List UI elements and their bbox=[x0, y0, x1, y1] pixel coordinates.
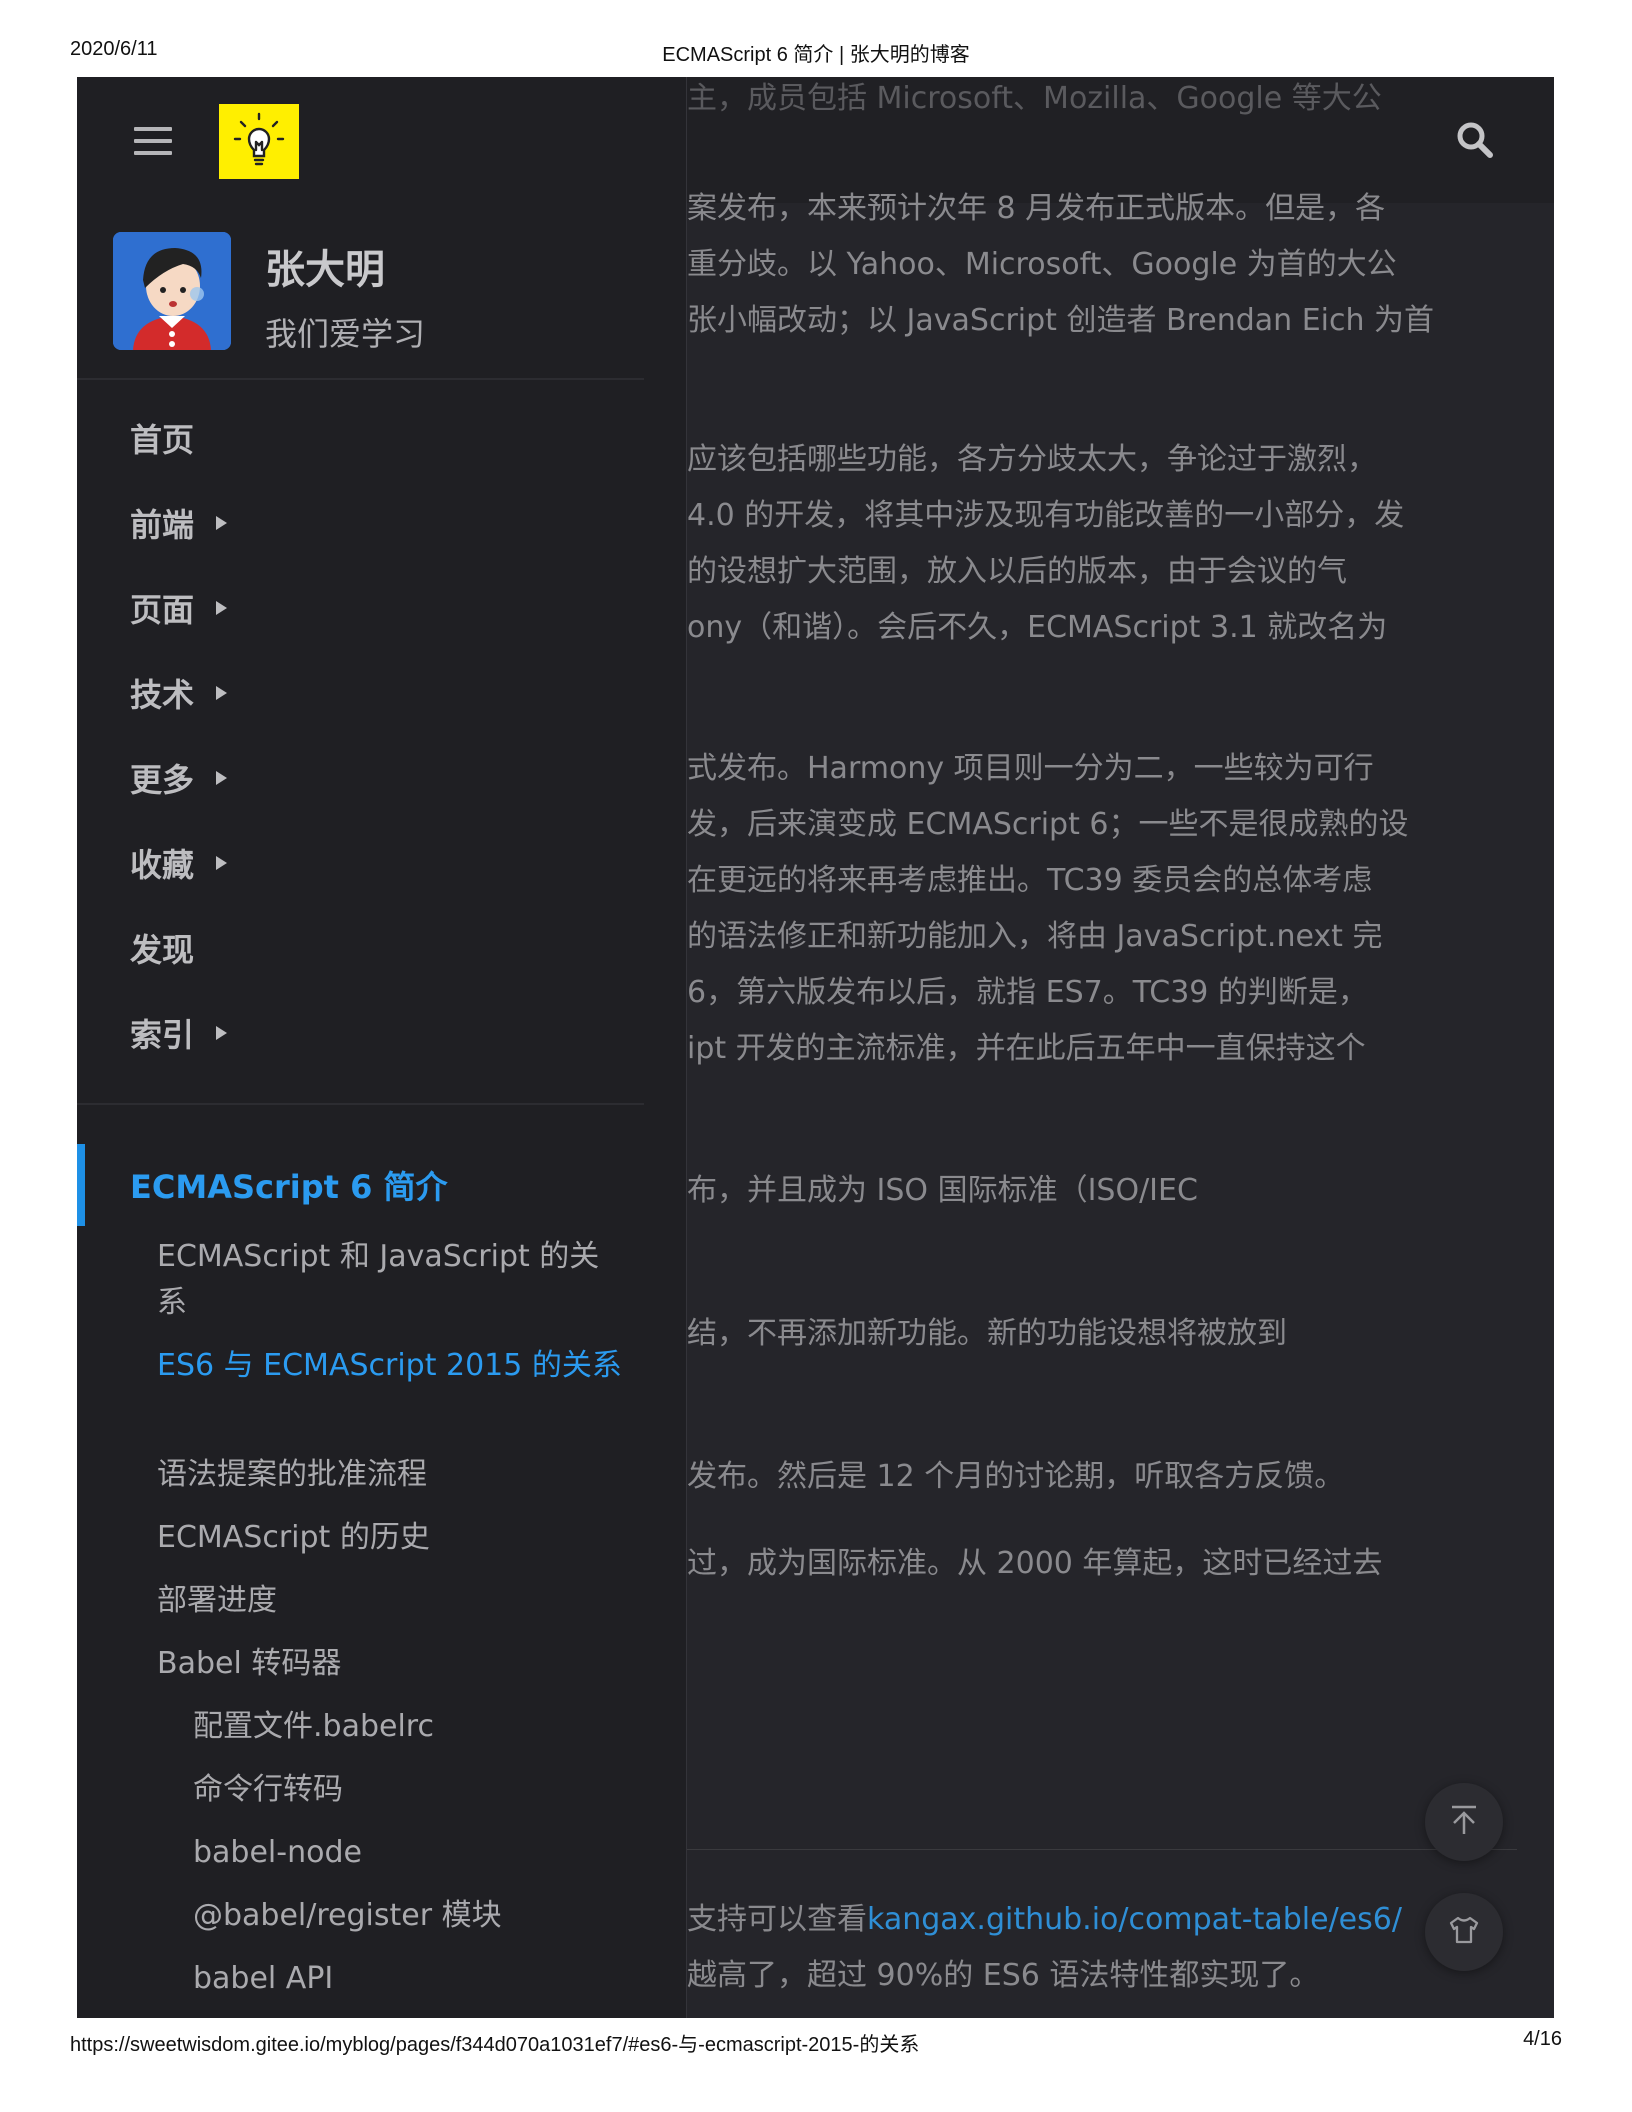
print-page-number: 4/16 bbox=[1523, 2028, 1562, 2050]
toc-subitem[interactable]: 配置文件.babelrc bbox=[193, 1704, 434, 1750]
caret-right-icon bbox=[216, 1026, 228, 1040]
nav-label: 前端 bbox=[130, 506, 195, 544]
back-to-top-button[interactable] bbox=[1425, 1783, 1503, 1861]
toc-item[interactable]: ECMAScript 的历史 bbox=[157, 1515, 430, 1561]
article-content: 主，成员包括 Microsoft、Mozilla、Google 等大公 案发布，… bbox=[687, 77, 1547, 2018]
nav-item-more[interactable]: 更多 bbox=[130, 755, 228, 801]
article-line: 的语法修正和新功能加入，将由 JavaScript.next 完 bbox=[687, 919, 1383, 954]
shirt-icon bbox=[1447, 1913, 1481, 1951]
toc-subitem[interactable]: babel API bbox=[193, 1956, 333, 2002]
article-line: 在更远的将来再考虑推出。TC39 委员会的总体考虑 bbox=[687, 863, 1373, 898]
nav-item-index[interactable]: 索引 bbox=[130, 1010, 228, 1056]
nav-item-favorites[interactable]: 收藏 bbox=[130, 840, 228, 886]
article-line: 4.0 的开发，将其中涉及现有功能改善的一小部分，发 bbox=[687, 498, 1405, 533]
browser-viewport: 主，成员包括 Microsoft、Mozilla、Google 等大公 案发布，… bbox=[77, 77, 1554, 2018]
article-line: 式发布。Harmony 项目则一分为二，一些较为可行 bbox=[687, 751, 1374, 786]
article-line: 6，第六版发布以后，就指 ES7。TC39 的判断是， bbox=[687, 975, 1368, 1010]
divider bbox=[77, 1103, 644, 1105]
article-line: 越高了，超过 90%的 ES6 语法特性都实现了。 bbox=[687, 1958, 1320, 1993]
toc-item[interactable]: 部署进度 bbox=[157, 1578, 277, 1624]
toc-subitem[interactable]: 命令行转码 bbox=[193, 1767, 343, 1813]
site-logo[interactable] bbox=[219, 104, 299, 179]
toc-item[interactable]: Babel 转码器 bbox=[157, 1641, 341, 1687]
article-line: 张小幅改动；以 JavaScript 创造者 Brendan Eich 为首 bbox=[687, 303, 1435, 338]
nav-label: 首页 bbox=[130, 421, 195, 459]
nav-item-home[interactable]: 首页 bbox=[130, 415, 194, 461]
sidebar: 张大明 我们爱学习 首页 前端 页面 技术 更多 收藏 发现 索引 ECMASc… bbox=[77, 77, 687, 2018]
article-line: 重分歧。以 Yahoo、Microsoft、Google 为首的大公 bbox=[687, 247, 1397, 282]
article-line: 的设想扩大范围，放入以后的版本，由于会议的气 bbox=[687, 554, 1347, 589]
article-line: 案发布，本来预计次年 8 月发布正式版本。但是，各 bbox=[687, 191, 1386, 226]
user-name: 张大明 bbox=[265, 247, 385, 293]
article-line: 布，并且成为 ISO 国际标准（ISO/IEC bbox=[687, 1173, 1198, 1208]
nav-item-pages[interactable]: 页面 bbox=[130, 585, 228, 631]
arrow-up-icon bbox=[1447, 1803, 1481, 1841]
toc-title[interactable]: ECMAScript 6 简介 bbox=[130, 1162, 447, 1208]
theme-button[interactable] bbox=[1425, 1893, 1503, 1971]
article-line: 过，成为国际标准。从 2000 年算起，这时已经过去 bbox=[687, 1546, 1383, 1581]
caret-right-icon bbox=[216, 856, 228, 870]
nav-item-frontend[interactable]: 前端 bbox=[130, 500, 228, 546]
caret-right-icon bbox=[216, 771, 228, 785]
article-line: 应该包括哪些功能，各方分歧太大，争论过于激烈， bbox=[687, 442, 1377, 477]
article-line: 支持可以查看kangax.github.io/compat-table/es6/ bbox=[687, 1892, 1402, 1948]
nav-label: 更多 bbox=[130, 761, 195, 799]
divider bbox=[77, 378, 644, 380]
article-line: 主，成员包括 Microsoft、Mozilla、Google 等大公 bbox=[687, 81, 1382, 116]
toc-subitem[interactable]: @babel/register 模块 bbox=[193, 1893, 502, 1939]
menu-icon[interactable] bbox=[134, 127, 172, 155]
lightbulb-icon bbox=[233, 112, 285, 165]
toc-item[interactable]: 语法提案的批准流程 bbox=[157, 1452, 427, 1498]
toc-active-indicator bbox=[77, 1144, 85, 1226]
nav-label: 页面 bbox=[130, 591, 195, 629]
article-line: ipt 开发的主流标准，并在此后五年中一直保持这个 bbox=[687, 1031, 1366, 1066]
toc-subitem[interactable]: babel-node bbox=[193, 1830, 362, 1876]
print-url: https://sweetwisdom.gitee.io/myblog/page… bbox=[70, 2034, 920, 2056]
avatar[interactable] bbox=[113, 232, 231, 350]
article-line: 发布。然后是 12 个月的讨论期，听取各方反馈。 bbox=[687, 1459, 1345, 1494]
compat-table-link[interactable]: kangax.github.io/compat-table/es6/ bbox=[867, 1902, 1402, 1937]
search-icon[interactable] bbox=[1455, 120, 1495, 160]
nav-label: 技术 bbox=[130, 676, 195, 714]
toc-item-active[interactable]: ES6 与 ECMAScript 2015 的关系 bbox=[157, 1343, 627, 1389]
caret-right-icon bbox=[216, 686, 228, 700]
nav-item-tech[interactable]: 技术 bbox=[130, 670, 228, 716]
nav-label: 收藏 bbox=[130, 846, 195, 884]
print-title: ECMAScript 6 简介 | 张大明的博客 bbox=[662, 44, 970, 66]
toc-item[interactable]: ECMAScript 和 JavaScript 的关系 bbox=[157, 1234, 627, 1326]
article-line: 结，不再添加新功能。新的功能设想将被放到 bbox=[687, 1316, 1287, 1351]
section-divider bbox=[687, 1849, 1517, 1850]
article-line: 发，后来演变成 ECMAScript 6；一些不是很成熟的设 bbox=[687, 807, 1409, 842]
nav-label: 索引 bbox=[130, 1016, 195, 1054]
article-line: ony（和谐）。会后不久，ECMAScript 3.1 就改名为 bbox=[687, 610, 1388, 645]
caret-right-icon bbox=[216, 516, 228, 530]
compat-prefix: 支持可以查看 bbox=[687, 1902, 867, 1937]
caret-right-icon bbox=[216, 601, 228, 615]
nav-item-discover[interactable]: 发现 bbox=[130, 925, 194, 971]
user-tagline: 我们爱学习 bbox=[265, 315, 426, 353]
nav-label: 发现 bbox=[130, 931, 195, 969]
